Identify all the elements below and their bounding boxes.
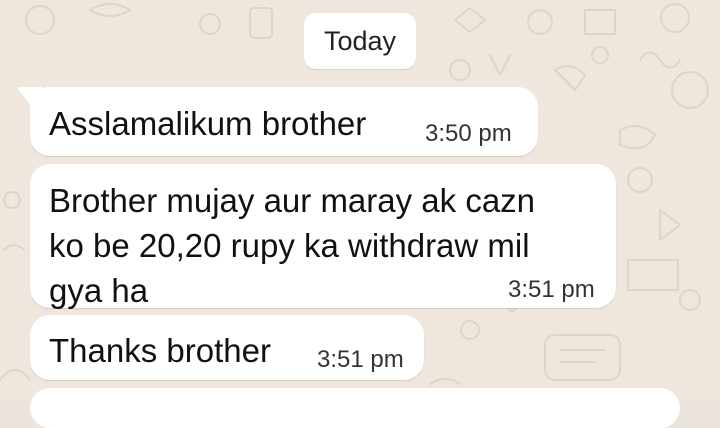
partial-message-bubble[interactable] <box>30 388 680 428</box>
date-separator: Today <box>304 13 416 69</box>
message-list[interactable]: Today Asslamalikum brother 3:50 pm Broth… <box>0 0 720 428</box>
date-separator-label: Today <box>323 25 397 56</box>
incoming-message[interactable]: Thanks brother 3:51 pm <box>30 315 424 380</box>
message-text: Brother mujay aur maray ak cazn ko be 20… <box>49 182 536 309</box>
bubble-tail-icon <box>18 87 43 111</box>
message-text: Thanks brother <box>49 332 271 369</box>
message-text: Asslamalikum brother <box>49 105 367 142</box>
incoming-message[interactable]: Brother mujay aur maray ak cazn ko be 20… <box>30 164 616 309</box>
incoming-message[interactable]: Asslamalikum brother 3:50 pm <box>18 87 538 156</box>
message-time: 3:50 pm <box>425 120 512 147</box>
message-time: 3:51 pm <box>508 276 595 303</box>
message-time: 3:51 pm <box>317 346 404 373</box>
